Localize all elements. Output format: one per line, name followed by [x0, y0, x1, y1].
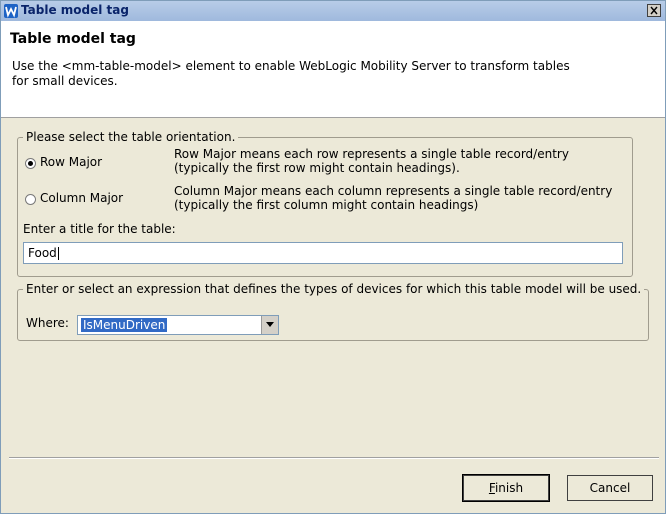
- table-title-value: Food: [28, 246, 57, 260]
- cancel-button[interactable]: Cancel: [567, 475, 653, 501]
- finish-label: inish: [494, 481, 524, 495]
- weblogic-app-icon: [4, 4, 18, 18]
- table-title-label: Enter a title for the table:: [23, 222, 176, 236]
- expression-legend: Enter or select an expression that defin…: [23, 282, 645, 296]
- footer-separator: [9, 457, 659, 459]
- dialog-header: Table model tag Use the <mm-table-model>…: [1, 21, 665, 118]
- title-bar[interactable]: Table model tag: [1, 1, 665, 21]
- orientation-legend: Please select the table orientation.: [23, 130, 239, 144]
- where-dropdown-button[interactable]: [261, 316, 278, 334]
- row-major-radio[interactable]: [25, 158, 36, 169]
- cancel-label: Cancel: [589, 481, 631, 495]
- page-description: Use the <mm-table-model> element to enab…: [12, 59, 570, 88]
- close-icon: [650, 6, 658, 15]
- chevron-down-icon: [266, 322, 274, 327]
- text-caret: [57, 247, 59, 260]
- expression-group: Enter or select an expression that defin…: [17, 282, 649, 341]
- page-title: Table model tag: [10, 31, 136, 47]
- orientation-group: Please select the table orientation. Row…: [17, 130, 633, 277]
- row-major-description: Row Major means each row represents a si…: [174, 147, 569, 175]
- row-major-label[interactable]: Row Major: [40, 155, 102, 169]
- radio-selected-dot: [28, 161, 33, 166]
- table-title-input[interactable]: Food: [23, 242, 623, 264]
- finish-button[interactable]: Finish: [462, 474, 550, 502]
- column-major-description: Column Major means each column represent…: [174, 184, 613, 212]
- close-button[interactable]: [647, 4, 661, 17]
- column-major-radio[interactable]: [25, 194, 36, 205]
- dialog-window: Table model tag Table model tag Use the …: [0, 0, 666, 514]
- window-title: Table model tag: [21, 3, 129, 17]
- where-selected-value: IsMenuDriven: [81, 318, 168, 332]
- where-combobox[interactable]: IsMenuDriven: [77, 315, 279, 335]
- where-label: Where:: [26, 316, 69, 330]
- column-major-label[interactable]: Column Major: [40, 191, 123, 205]
